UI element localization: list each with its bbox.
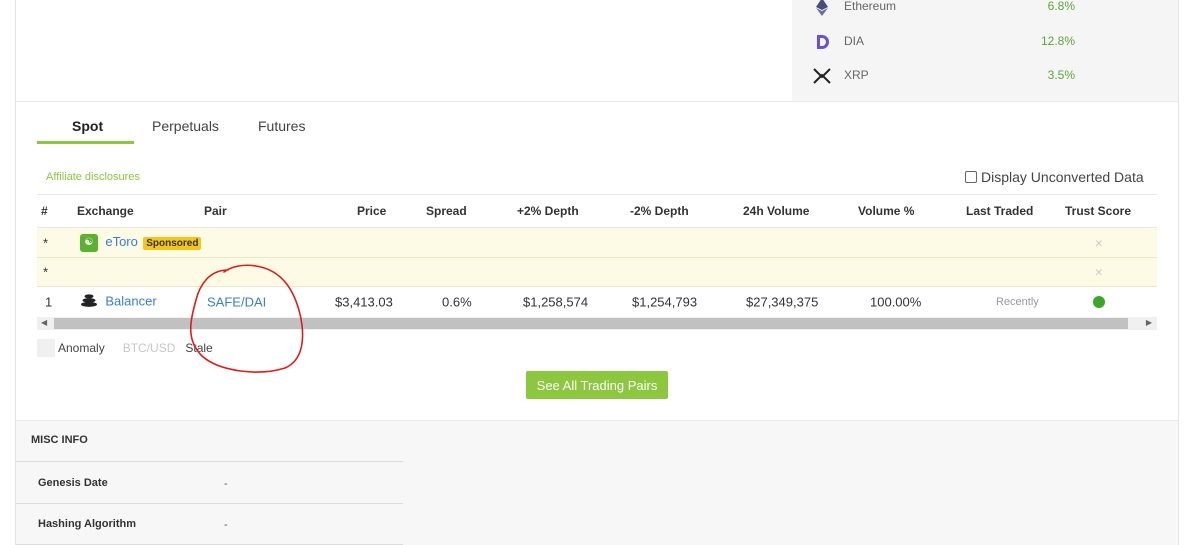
column-header-exchange[interactable]: Exchange xyxy=(77,204,134,218)
display-unconverted-toggle[interactable]: Display Unconverted Data xyxy=(965,169,1144,185)
column-header-volume-24h[interactable]: 24h Volume xyxy=(743,204,809,218)
coin-percentage: 6.8% xyxy=(1047,0,1075,13)
see-all-trading-pairs-button[interactable]: See All Trading Pairs xyxy=(526,371,668,399)
misc-divider xyxy=(16,461,403,462)
column-header-pair[interactable]: Pair xyxy=(204,204,227,218)
coin-list-panel: Ethereum 6.8% DIA 12.8% XRP 3.5% xyxy=(792,0,1178,101)
legend-stale: Stale xyxy=(185,341,213,355)
etoro-logo-icon: ☯ xyxy=(80,233,98,252)
tab-futures[interactable]: Futures xyxy=(258,118,305,134)
dia-icon xyxy=(812,32,832,52)
coin-row-xrp[interactable]: XRP 3.5% xyxy=(792,59,1178,93)
tab-spot[interactable]: Spot xyxy=(72,118,103,134)
row-rank: * xyxy=(43,235,49,250)
column-header-trust-score[interactable]: Trust Score xyxy=(1065,204,1131,218)
table-row[interactable]: 1 Balancer SAFE/DAI $3,413.03 0.6% $1,25… xyxy=(37,287,1157,317)
sponsored-row[interactable]: * × xyxy=(37,258,1157,287)
exchange-link[interactable]: Balancer xyxy=(105,293,156,308)
legend-anomaly: Anomaly xyxy=(58,341,105,355)
genesis-date-label: Genesis Date xyxy=(38,477,108,489)
column-header-volume-pct[interactable]: Volume % xyxy=(858,204,914,218)
section-divider xyxy=(16,101,1178,102)
coin-name[interactable]: XRP xyxy=(844,68,869,82)
row-rank: 1 xyxy=(45,294,53,310)
balancer-logo-icon xyxy=(80,294,98,311)
last-traded-cell: Recently xyxy=(996,296,1039,308)
coin-row-dia[interactable]: DIA 12.8% xyxy=(792,25,1178,59)
scrollbar-thumb[interactable] xyxy=(54,318,1128,329)
depth-minus-cell: $1,254,793 xyxy=(632,294,698,310)
sponsored-row[interactable]: * ☯ eToro Sponsored × xyxy=(37,228,1157,258)
pair-link[interactable]: SAFE/DAI xyxy=(207,295,266,310)
column-header-last-traded[interactable]: Last Traded xyxy=(966,204,1033,218)
page-right-border xyxy=(1178,0,1179,545)
table-header: # Exchange Pair Price Spread +2% Depth -… xyxy=(37,194,1157,228)
exchange-cell[interactable]: ☯ eToro Sponsored xyxy=(80,233,202,252)
unconverted-checkbox[interactable] xyxy=(965,171,977,183)
column-header-price[interactable]: Price xyxy=(357,204,386,218)
misc-info-section xyxy=(16,420,1178,545)
table-legend: Anomaly BTC/USD Stale xyxy=(37,338,213,358)
column-header-spread[interactable]: Spread xyxy=(426,204,467,218)
spread-cell: 0.6% xyxy=(442,294,472,310)
coin-name[interactable]: DIA xyxy=(844,34,864,48)
coin-name[interactable]: Ethereum xyxy=(844,0,896,13)
exchange-cell[interactable]: Balancer xyxy=(80,293,157,310)
active-tab-indicator xyxy=(37,141,134,144)
column-header-rank[interactable]: # xyxy=(41,204,48,218)
genesis-date-value: - xyxy=(224,478,228,490)
scroll-right-arrow-icon[interactable]: ▶ xyxy=(1146,318,1152,327)
trust-score-unavailable-icon: × xyxy=(1095,235,1103,250)
tab-perpetuals[interactable]: Perpetuals xyxy=(152,118,219,134)
legend-btc-usd: BTC/USD xyxy=(122,341,176,355)
depth-plus-cell: $1,258,574 xyxy=(523,294,589,310)
price-cell: $3,413.03 xyxy=(335,294,393,310)
volume-pct-cell: 100.00% xyxy=(870,294,922,310)
hashing-algorithm-value: - xyxy=(224,519,228,531)
unconverted-label: Display Unconverted Data xyxy=(981,169,1144,185)
misc-info-title: MISC INFO xyxy=(31,434,88,446)
xrp-icon xyxy=(812,66,832,86)
misc-divider xyxy=(16,503,403,504)
affiliate-disclosures-link[interactable]: Affiliate disclosures xyxy=(46,171,140,183)
trust-score-unavailable-icon: × xyxy=(1095,264,1103,280)
column-header-depth-minus[interactable]: -2% Depth xyxy=(630,204,689,218)
coin-percentage: 3.5% xyxy=(1047,68,1075,82)
coin-row-ethereum[interactable]: Ethereum 6.8% xyxy=(792,0,1178,24)
row-rank: * xyxy=(43,264,49,280)
volume-24h-cell: $27,349,375 xyxy=(746,294,819,310)
anomaly-swatch xyxy=(37,339,55,357)
scroll-left-arrow-icon[interactable]: ◀ xyxy=(41,318,47,327)
coin-percentage: 12.8% xyxy=(1040,34,1075,48)
exchange-link[interactable]: eToro xyxy=(105,234,138,249)
column-header-depth-plus[interactable]: +2% Depth xyxy=(517,204,579,218)
table-horizontal-scrollbar[interactable]: ◀ ▶ xyxy=(37,317,1157,330)
hashing-algorithm-label: Hashing Algorithm xyxy=(38,518,136,530)
sponsored-badge: Sponsored xyxy=(143,236,202,250)
trust-score-dot xyxy=(1093,296,1105,308)
ethereum-icon xyxy=(812,0,832,17)
